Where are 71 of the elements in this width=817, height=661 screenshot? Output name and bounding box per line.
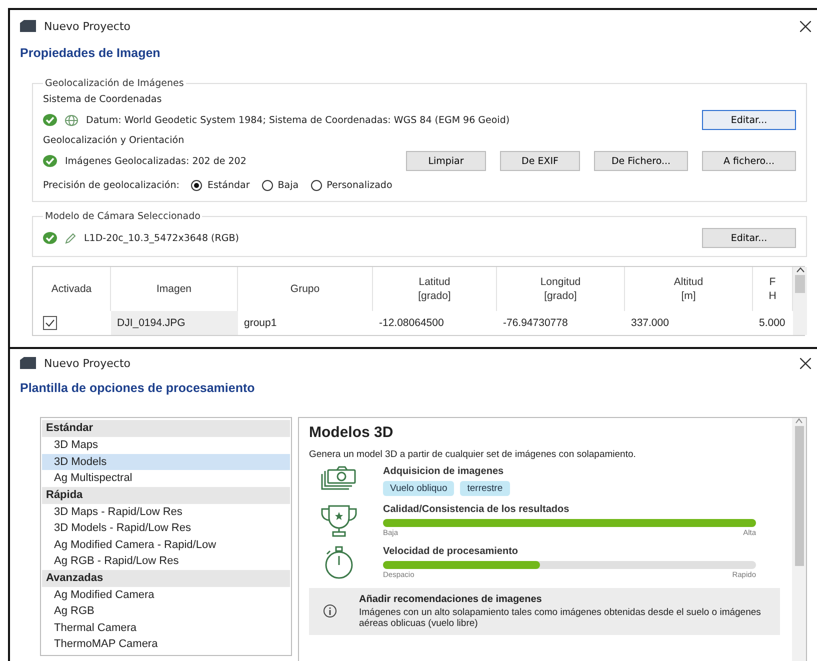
- geolocated-count-text: Imágenes Geolocalizadas: 202 de 202: [65, 156, 248, 166]
- note-text: Imágenes con un alto solapamiento tales como imágenes obtenidas desde el suelo o imágenes aéreas oblicuas (vuelo libre): [359, 607, 762, 629]
- group-header: Estándar: [42, 420, 290, 437]
- column-header[interactable]: Grupo: [238, 267, 373, 311]
- edit-button[interactable]: Editar...: [702, 228, 796, 248]
- radio-label: Baja: [278, 180, 299, 190]
- list-item[interactable]: Ag Modified Camera: [42, 586, 290, 603]
- radio-button[interactable]: [310, 180, 322, 190]
- list-item[interactable]: 3D Models - Rapid/Low Res: [42, 520, 290, 536]
- group-header: Avanzadas: [42, 570, 290, 586]
- column-header[interactable]: Latitud [grado]: [373, 267, 497, 311]
- table-cell-text: 337.000: [630, 316, 670, 331]
- description-text: Genera un model 3D a partir de cualquier set de imágenes con solapamiento.: [309, 449, 637, 460]
- action-button[interactable]: De Fichero...: [594, 151, 688, 171]
- info-icon: [323, 604, 337, 618]
- table-cell: DJI_0194.JPG: [111, 311, 238, 335]
- group-title: Geolocalización de Imágenes: [44, 78, 185, 89]
- table-cell-text: group1: [243, 316, 278, 331]
- scrollbar-thumb[interactable]: [795, 275, 805, 293]
- group-title: Modelo de Cámara Seleccionado: [44, 211, 202, 222]
- list-item[interactable]: 3D Models: [42, 454, 290, 470]
- tag: Vuelo obliquo: [383, 481, 454, 496]
- column-header[interactable]: Altitud [m]: [625, 267, 753, 311]
- list-item[interactable]: Ag Modified Camera - Rapid/Low: [42, 536, 290, 553]
- group-header: Rápida: [42, 486, 290, 504]
- list-item[interactable]: 3D Maps: [42, 437, 290, 454]
- list-item[interactable]: ThermoMAP Camera: [42, 636, 290, 652]
- panel-title: Modelos 3D: [309, 424, 394, 441]
- coordinate-system-text: Datum: World Geodetic System 1984; Sistema de Coordenadas: WGS 84 (EGM 96 Geoid): [86, 114, 511, 126]
- close-icon[interactable]: [800, 20, 811, 32]
- table-cell-text: 5.000: [758, 316, 786, 331]
- radio-button[interactable]: [191, 180, 202, 190]
- table-cell-text: -76.94730778: [502, 316, 569, 331]
- trophy-icon: [319, 504, 359, 538]
- globe-icon: [65, 114, 78, 126]
- radio-label: Personalizado: [326, 180, 392, 190]
- window-title: Nuevo Proyecto: [44, 20, 132, 32]
- field-label: Geolocalización y Orientación: [43, 135, 186, 146]
- table-cell-text: -12.08064500: [378, 316, 445, 331]
- column-header[interactable]: Longitud [grado]: [497, 267, 625, 311]
- list-item[interactable]: Ag RGB: [42, 603, 290, 620]
- checkbox[interactable]: [43, 316, 57, 330]
- scroll-up-icon[interactable]: [796, 267, 804, 273]
- column-header[interactable]: Activada: [33, 267, 111, 311]
- section-title: Adquisicion de imagenes: [383, 466, 505, 477]
- camera-model-text: L1D-20c_10.3_5472x3648 (RGB): [84, 232, 240, 244]
- radio-label: Estándar: [207, 180, 250, 190]
- action-button[interactable]: Limpiar: [406, 151, 486, 171]
- section-heading: Propiedades de Imagen: [19, 45, 162, 62]
- list-item[interactable]: Ag Multispectral: [42, 470, 290, 486]
- section-title: Velocidad de procesamiento: [383, 546, 520, 557]
- field-label: Precisión de geolocalización:: [43, 180, 180, 190]
- window-title: Nuevo Proyecto: [44, 356, 132, 370]
- section-title: Calidad/Consistencia de los resultados: [383, 504, 570, 515]
- pencil-icon: [65, 232, 76, 244]
- radio-button[interactable]: [262, 180, 273, 190]
- scrollbar-thumb[interactable]: [794, 426, 804, 566]
- app-icon: [20, 357, 36, 369]
- section-heading: Plantilla de opciones de procesamiento: [19, 380, 256, 397]
- close-icon[interactable]: [800, 358, 811, 368]
- action-button[interactable]: De EXIF: [500, 151, 580, 171]
- list-item[interactable]: Ag RGB - Rapid/Low Res: [42, 553, 290, 570]
- list-item[interactable]: 3D Maps - Rapid/Low Res: [42, 504, 290, 520]
- edit-button[interactable]: Editar...: [702, 110, 796, 130]
- tag: terrestre: [460, 481, 510, 496]
- camera-icon: [321, 466, 357, 490]
- app-icon: [20, 20, 36, 32]
- note-title: Añadir recomendaciones de imagenes: [359, 594, 543, 605]
- action-button[interactable]: A fichero...: [702, 151, 796, 171]
- list-item[interactable]: Thermal Camera: [42, 620, 290, 636]
- field-label: Sistema de Coordenadas: [43, 94, 163, 105]
